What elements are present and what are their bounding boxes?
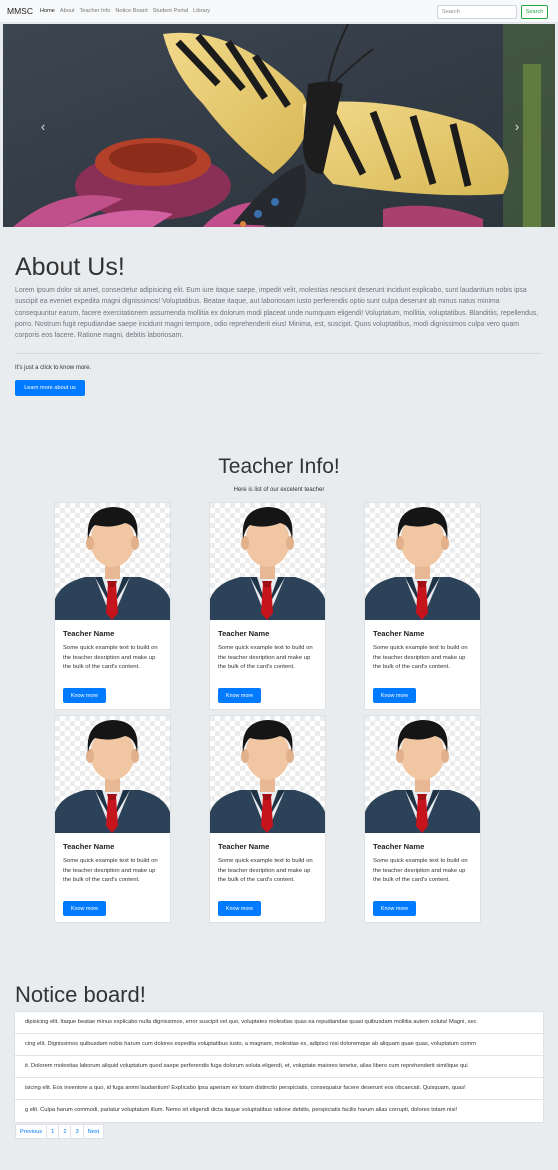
hero-carousel: ‹ ›	[3, 24, 555, 227]
search-button[interactable]: Search	[521, 5, 548, 19]
nav-link-student-portal[interactable]: Student Portal	[153, 8, 188, 14]
teacher-card: Teacher Name Some quick example text to b…	[209, 502, 326, 710]
teacher-description: Some quick example text to build on the …	[218, 858, 313, 884]
notice-item[interactable]: isicing elit. Eos inventore a quo, id fu…	[15, 1078, 543, 1100]
notice-item[interactable]: cing elit. Dignissimos quibusdam nobis h…	[15, 1034, 543, 1056]
teacher-avatar-icon	[55, 503, 170, 620]
teacher-description: Some quick example text to build on the …	[373, 645, 468, 671]
know-more-button[interactable]: Know more	[218, 688, 261, 703]
know-more-button[interactable]: Know more	[218, 901, 261, 916]
search-input[interactable]	[437, 5, 517, 19]
carousel-prev-icon[interactable]: ‹	[33, 116, 53, 136]
teacher-name: Teacher Name	[218, 842, 270, 851]
teacher-description: Some quick example text to build on the …	[63, 645, 158, 671]
learn-more-button[interactable]: Learn more about us	[15, 380, 85, 396]
teacher-name: Teacher Name	[63, 629, 115, 638]
teacher-name: Teacher Name	[373, 629, 425, 638]
about-click-text: It's just a click to know more.	[15, 365, 92, 371]
pagination-previous[interactable]: Previous	[15, 1124, 48, 1139]
navbar-brand[interactable]: MMSC	[7, 6, 33, 16]
teacher-card: Teacher Name Some quick example text to b…	[364, 715, 481, 923]
nav-link-library[interactable]: Library	[193, 8, 210, 14]
teacher-card: Teacher Name Some quick example text to b…	[54, 502, 171, 710]
teacher-name: Teacher Name	[218, 629, 270, 638]
teacher-avatar-icon	[210, 716, 325, 833]
teacher-avatar-icon	[365, 716, 480, 833]
teacher-card: Teacher Name Some quick example text to b…	[54, 715, 171, 923]
notice-list: dipisicing elit. Itaque beatae minus exp…	[14, 1011, 544, 1123]
teacher-info-title: Teacher Info!	[218, 455, 340, 478]
nav-link-teacher-info[interactable]: Teacher Info	[80, 8, 111, 14]
teacher-description: Some quick example text to build on the …	[373, 858, 468, 884]
pagination: Previous 1 2 3 Next	[15, 1124, 105, 1139]
teacher-info-subtitle: Here is list of our excelent teacher	[233, 487, 325, 493]
know-more-button[interactable]: Know more	[373, 688, 416, 703]
nav-link-notice-board[interactable]: Notice Board	[115, 8, 147, 14]
nav-link-about[interactable]: About	[60, 8, 75, 14]
teacher-description: Some quick example text to build on the …	[218, 645, 313, 671]
about-title: About Us!	[15, 253, 125, 281]
know-more-button[interactable]: Know more	[373, 901, 416, 916]
notice-item[interactable]: g elit. Culpa harum commodi, pariatur vo…	[15, 1100, 543, 1122]
teacher-card: Teacher Name Some quick example text to b…	[364, 502, 481, 710]
navbar: MMSC Home About Teacher Info Notice Boar…	[0, 0, 558, 23]
carousel-next-icon[interactable]: ›	[507, 116, 527, 136]
teacher-avatar-icon	[365, 503, 480, 620]
teacher-avatar-icon	[55, 716, 170, 833]
about-divider	[15, 353, 541, 354]
know-more-button[interactable]: Know more	[63, 688, 106, 703]
teacher-description: Some quick example text to build on the …	[63, 858, 158, 884]
teacher-card: Teacher Name Some quick example text to b…	[209, 715, 326, 923]
teacher-name: Teacher Name	[63, 842, 115, 851]
notice-board-title: Notice board!	[15, 982, 146, 1007]
pagination-next[interactable]: Next	[82, 1124, 105, 1139]
about-text: Lorem ipsum dolor sit amet, consectetur …	[15, 287, 539, 340]
butterfly-image	[3, 24, 555, 227]
teacher-avatar-icon	[210, 503, 325, 620]
know-more-button[interactable]: Know more	[63, 901, 106, 916]
teacher-name: Teacher Name	[373, 842, 425, 851]
notice-item[interactable]: it. Dolorem molestias laborum aliquid vo…	[15, 1056, 543, 1078]
nav-link-home[interactable]: Home	[40, 8, 55, 14]
notice-item[interactable]: dipisicing elit. Itaque beatae minus exp…	[15, 1012, 543, 1034]
